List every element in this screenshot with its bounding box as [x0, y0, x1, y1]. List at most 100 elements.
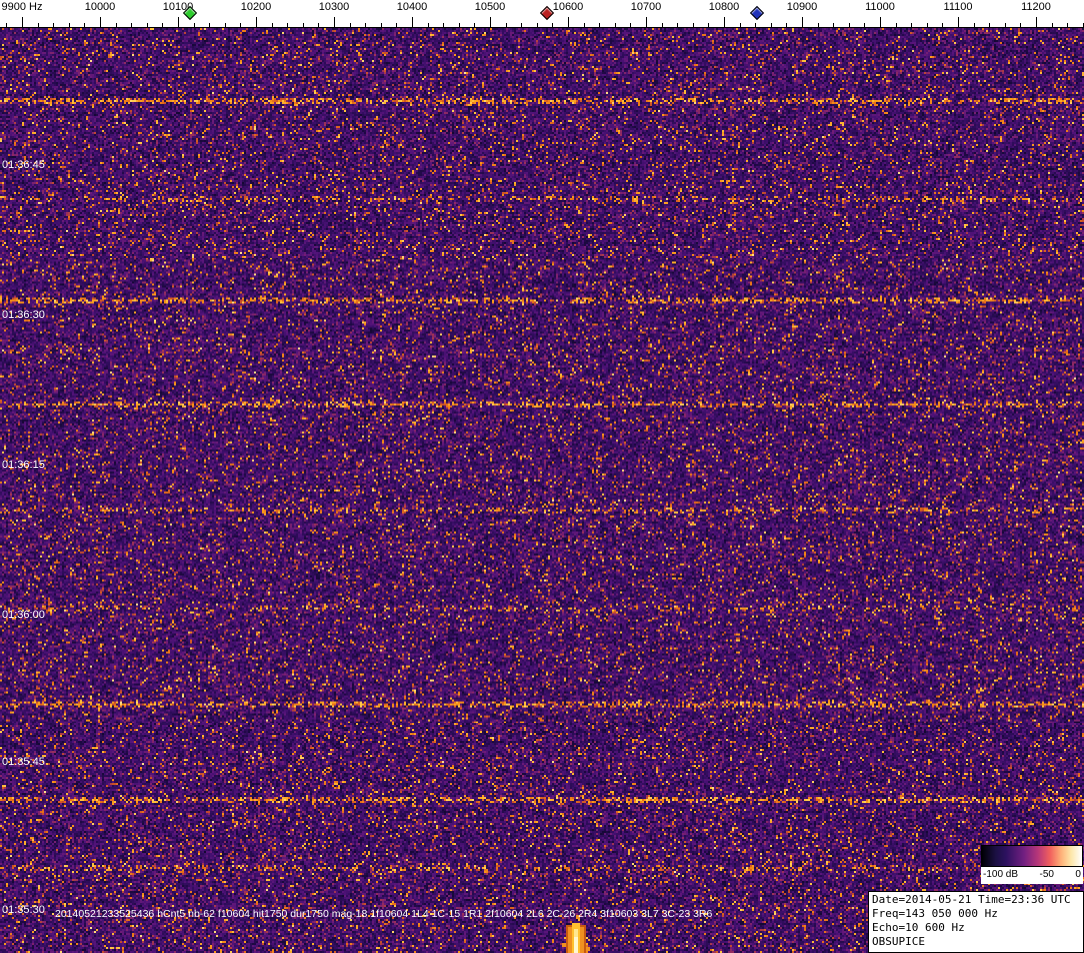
major-tick	[334, 17, 335, 27]
minor-tick	[37, 23, 39, 27]
observation-info-box: Date=2014-05-21 Time=23:36 UTC Freq=143 …	[868, 891, 1084, 953]
minor-tick	[614, 23, 616, 27]
colorbar-gradient	[981, 845, 1083, 867]
freq-tick-label: 10500	[474, 1, 506, 13]
minor-tick	[427, 23, 429, 27]
freq-tick-label: 10900	[786, 1, 818, 13]
major-tick	[256, 17, 257, 27]
minor-tick	[739, 23, 741, 27]
minor-tick	[989, 23, 991, 27]
minor-tick	[6, 23, 8, 27]
colorbar-labels: -100 dB -50 0	[981, 867, 1083, 884]
major-tick	[880, 17, 881, 27]
colorbar-label-max: 0	[1075, 869, 1081, 880]
minor-tick	[115, 23, 117, 27]
minor-tick	[536, 23, 538, 27]
minor-tick	[240, 23, 242, 27]
minor-tick	[1067, 23, 1069, 27]
minor-tick	[193, 23, 195, 27]
freq-tick-label: 9900 Hz	[1, 1, 43, 13]
freq-tick-label: 10600	[552, 1, 584, 13]
minor-tick	[474, 23, 476, 27]
minor-tick	[770, 23, 772, 27]
freq-tick-label: 11200	[1021, 1, 1051, 13]
minor-tick	[365, 23, 367, 27]
major-tick	[100, 17, 101, 27]
minor-tick	[661, 23, 663, 27]
minor-tick	[552, 23, 554, 27]
major-tick	[724, 17, 725, 27]
minor-tick	[833, 23, 835, 27]
time-tick-label: 01:36:30	[2, 309, 45, 321]
db-colorbar: -100 dB -50 0	[981, 845, 1083, 884]
info-echo-line: Echo=10 600 Hz	[872, 921, 965, 934]
minor-tick	[677, 23, 679, 27]
major-tick	[22, 17, 23, 27]
minor-tick	[443, 23, 445, 27]
major-tick	[802, 17, 803, 27]
spectrogram-canvas	[0, 28, 1084, 953]
info-date-line: Date=2014-05-21 Time=23:36 UTC	[872, 893, 1071, 906]
minor-tick	[162, 23, 164, 27]
minor-tick	[942, 23, 944, 27]
minor-tick	[1004, 23, 1006, 27]
time-tick-label: 01:36:45	[2, 159, 45, 171]
minor-tick	[131, 23, 133, 27]
freq-tick-label: 11000	[865, 1, 895, 13]
minor-tick	[1051, 23, 1053, 27]
minor-tick	[209, 23, 211, 27]
time-tick-label: 01:35:30	[2, 904, 45, 916]
blue-frequency-marker[interactable]	[749, 5, 764, 21]
major-tick	[646, 17, 647, 27]
info-freq-line: Freq=143 050 000 Hz	[872, 907, 998, 920]
detection-metadata-text: 20140521233525436 hCnt5 nb-62 f10604 hit…	[55, 908, 713, 920]
minor-tick	[505, 23, 507, 27]
minor-tick	[926, 23, 928, 27]
frequency-ruler: 9900 Hz 10000 10100 10200 10300 10400 10500 106…	[0, 0, 1084, 28]
colorbar-label-mid: -50	[1039, 869, 1054, 880]
minor-tick	[302, 23, 304, 27]
minor-tick	[864, 23, 866, 27]
minor-tick	[318, 23, 320, 27]
minor-tick	[271, 23, 273, 27]
minor-tick	[287, 23, 289, 27]
minor-tick	[786, 23, 788, 27]
major-tick	[412, 17, 413, 27]
minor-tick	[349, 23, 351, 27]
spectrogram-area: 01:36:45 01:36:30 01:36:15 01:36:00 01:35:45…	[0, 28, 1084, 953]
minor-tick	[708, 23, 710, 27]
minor-tick	[224, 23, 226, 27]
colorbar-label-min: -100 dB	[983, 869, 1019, 880]
freq-tick-label: 10700	[630, 1, 662, 13]
minor-tick	[911, 23, 913, 27]
freq-tick-label: 10200	[240, 1, 272, 13]
minor-tick	[692, 23, 694, 27]
minor-tick	[68, 23, 70, 27]
freq-tick-label: 10300	[318, 1, 350, 13]
freq-tick-label: 10800	[708, 1, 740, 13]
minor-tick	[53, 23, 55, 27]
freq-tick-label: 10400	[396, 1, 428, 13]
major-tick	[178, 17, 179, 27]
minor-tick	[146, 23, 148, 27]
time-tick-label: 01:35:45	[2, 756, 45, 768]
major-tick	[490, 17, 491, 27]
time-tick-label: 01:36:00	[2, 609, 45, 621]
minor-tick	[817, 23, 819, 27]
time-tick-label: 01:36:15	[2, 459, 45, 471]
minor-tick	[973, 23, 975, 27]
minor-tick	[521, 23, 523, 27]
info-station-line: OBSUPICE	[872, 935, 925, 948]
minor-tick	[380, 23, 382, 27]
major-tick	[1036, 17, 1037, 27]
minor-tick	[599, 23, 601, 27]
freq-tick-label: 10000	[84, 1, 116, 13]
minor-tick	[1020, 23, 1022, 27]
minor-tick	[755, 23, 757, 27]
minor-tick	[458, 23, 460, 27]
major-tick	[568, 17, 569, 27]
minor-tick	[583, 23, 585, 27]
minor-tick	[84, 23, 86, 27]
minor-tick	[630, 23, 632, 27]
minor-tick	[848, 23, 850, 27]
